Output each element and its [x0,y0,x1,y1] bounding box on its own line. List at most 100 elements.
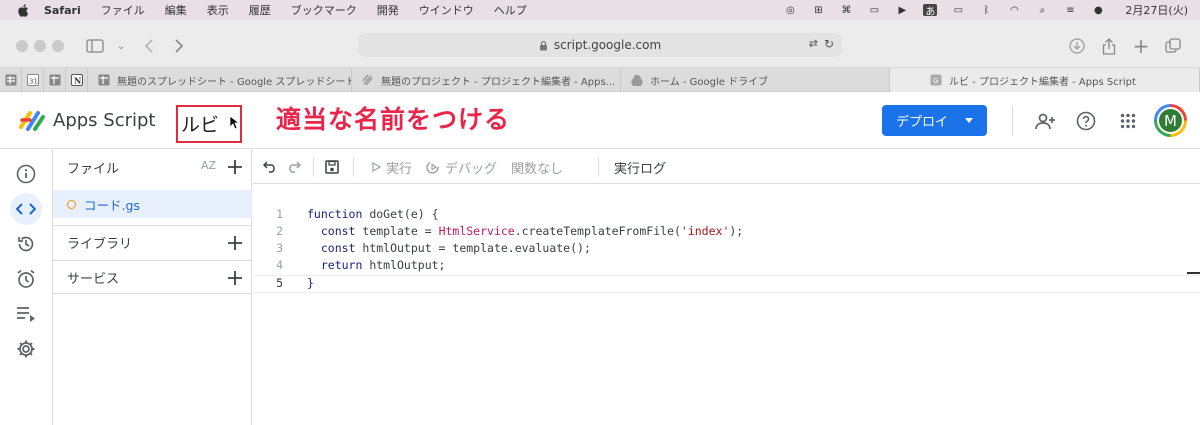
project-name: ルビ [181,114,220,136]
menubar-clock[interactable]: 2月27日(火) [1125,2,1188,18]
sidebar-toggle-icon[interactable] [84,35,106,57]
apps-grid-icon[interactable] [1116,109,1140,133]
new-tab-icon[interactable]: + [1130,34,1152,58]
menu-window[interactable]: ウインドウ [419,2,474,18]
reload-icon[interactable]: ↻ [824,37,834,51]
pinned-tab-sheets[interactable] [0,68,22,92]
menu-bookmarks[interactable]: ブックマーク [291,2,357,18]
redo-icon[interactable] [287,157,301,177]
run-button[interactable]: 実行 [371,157,412,177]
undo-icon[interactable] [263,157,277,177]
overview-info-icon[interactable] [10,158,42,190]
menu-develop[interactable]: 開発 [377,2,399,18]
pinned-tab-sheets-2[interactable] [44,68,66,92]
play-icon[interactable]: ▶ [895,4,909,16]
execution-log-button[interactable]: 実行ログ [614,157,666,177]
handwritten-annotation: 適当な名前をつける [276,105,511,134]
tab-google-drive[interactable]: ホーム - Google ドライブ [621,68,890,92]
pinned-tab-calendar[interactable]: 31 [22,68,44,92]
scrollbar-marker[interactable] [1187,272,1200,274]
address-bar[interactable]: script.google.com ⇄ ↻ [358,33,842,57]
add-service-icon[interactable] [226,269,244,287]
pinned-tab-notion[interactable]: N [66,68,88,92]
share-icon[interactable] [1098,35,1120,57]
back-icon[interactable] [138,35,160,57]
function-select[interactable]: 関数なし [511,157,563,177]
bluetooth-icon[interactable]: ᛒ [979,4,993,16]
minimize-window-button[interactable] [34,40,46,52]
menu-edit[interactable]: 編集 [165,2,187,18]
app-name[interactable]: Apps Script [53,110,155,131]
unsaved-dot-icon [67,199,76,209]
forward-icon[interactable] [168,35,190,57]
tab-overview-icon[interactable] [1162,35,1184,57]
line-number: 4 [276,258,283,272]
add-library-icon[interactable] [226,234,244,252]
svg-text:31: 31 [29,78,38,86]
settings-gear-icon[interactable] [10,333,42,365]
keyword: const [307,224,356,238]
tab-label: ホーム - Google ドライブ [650,76,769,88]
code-editor[interactable]: 1 2 3 4 5 function doGet(e) { const temp… [253,185,1200,425]
ime-indicator[interactable]: あ [923,4,938,18]
run-label: 実行 [386,161,413,177]
control-center-icon[interactable]: ≡ [1063,4,1077,16]
line-number: 3 [276,241,283,255]
window-grid-icon[interactable]: ⊞ [811,4,825,16]
current-line-highlight [253,275,1200,293]
code-line-2: const template = HtmlService.createTempl… [307,223,743,240]
add-file-icon[interactable] [226,158,244,176]
wifi-icon[interactable]: ◠ [1007,4,1021,16]
tab-ruby-project[interactable]: G ルビ - プロジェクト編集者 - Apps Script [890,68,1200,92]
account-avatar[interactable]: M [1154,104,1187,137]
battery-icon[interactable]: ▭ [951,4,965,16]
files-title: ファイル [67,161,120,177]
share-person-add-icon[interactable] [1033,109,1057,133]
save-icon[interactable] [325,157,339,177]
left-nav-rail [0,150,53,425]
caret-down-icon [965,118,973,123]
menu-view[interactable]: 表示 [207,2,229,18]
lock-icon [539,40,548,51]
display-icon[interactable]: ▭ [867,4,881,16]
svg-text:N: N [74,76,81,86]
zoom-window-button[interactable] [52,40,64,52]
siri-icon[interactable]: ● [1091,4,1105,16]
chevron-down-icon[interactable]: ⌄ [110,35,132,57]
history-icon[interactable] [10,228,42,260]
download-icon[interactable] [1066,35,1088,57]
apple-icon[interactable] [16,3,30,17]
macos-menubar: Safari ファイル 編集 表示 履歴 ブックマーク 開発 ウインドウ ヘルプ… [0,0,1200,20]
help-icon[interactable] [1074,109,1098,133]
editor-code-icon[interactable] [10,193,42,225]
debug-label: デバッグ [445,161,498,177]
sort-az-icon[interactable]: AZ [201,159,216,172]
command-icon[interactable]: ⌘ [839,4,853,16]
menu-app-safari[interactable]: Safari [44,4,81,17]
tab-untitled-project[interactable]: 無題のプロジェクト - プロジェクト編集者 - Apps... [352,68,621,92]
deploy-button[interactable]: デプロイ [882,105,987,136]
code-line-5: } [307,275,314,292]
code-text: htmlOutput; [362,258,446,272]
spotlight-icon[interactable]: ⌕ [1035,4,1049,16]
services-section: サービス [53,260,252,294]
file-item-code-gs[interactable]: コード.gs [53,190,252,218]
menu-history[interactable]: 履歴 [249,2,271,18]
triggers-alarm-icon[interactable] [10,263,42,295]
play-icon [372,162,381,172]
translate-icon[interactable]: ⇄ [809,37,818,51]
tab-label: ルビ - プロジェクト編集者 - Apps Script [949,76,1136,88]
tab-spreadsheet[interactable]: 無題のスプレッドシート - Google スプレッドシート [88,68,352,92]
close-window-button[interactable] [16,40,28,52]
executions-list-icon[interactable] [10,298,42,330]
keyword: function [307,207,363,221]
sheets-favicon-icon [98,74,110,86]
menu-help[interactable]: ヘルプ [494,2,527,18]
menu-file[interactable]: ファイル [101,2,145,18]
file-name: コード.gs [84,197,140,213]
code-line-4: return htmlOutput; [307,257,446,274]
debug-button[interactable]: デバッグ [426,157,497,177]
toolbar-separator [313,157,314,177]
creative-cloud-icon[interactable]: ◎ [783,4,797,16]
apps-script-logo-icon[interactable] [18,108,46,132]
